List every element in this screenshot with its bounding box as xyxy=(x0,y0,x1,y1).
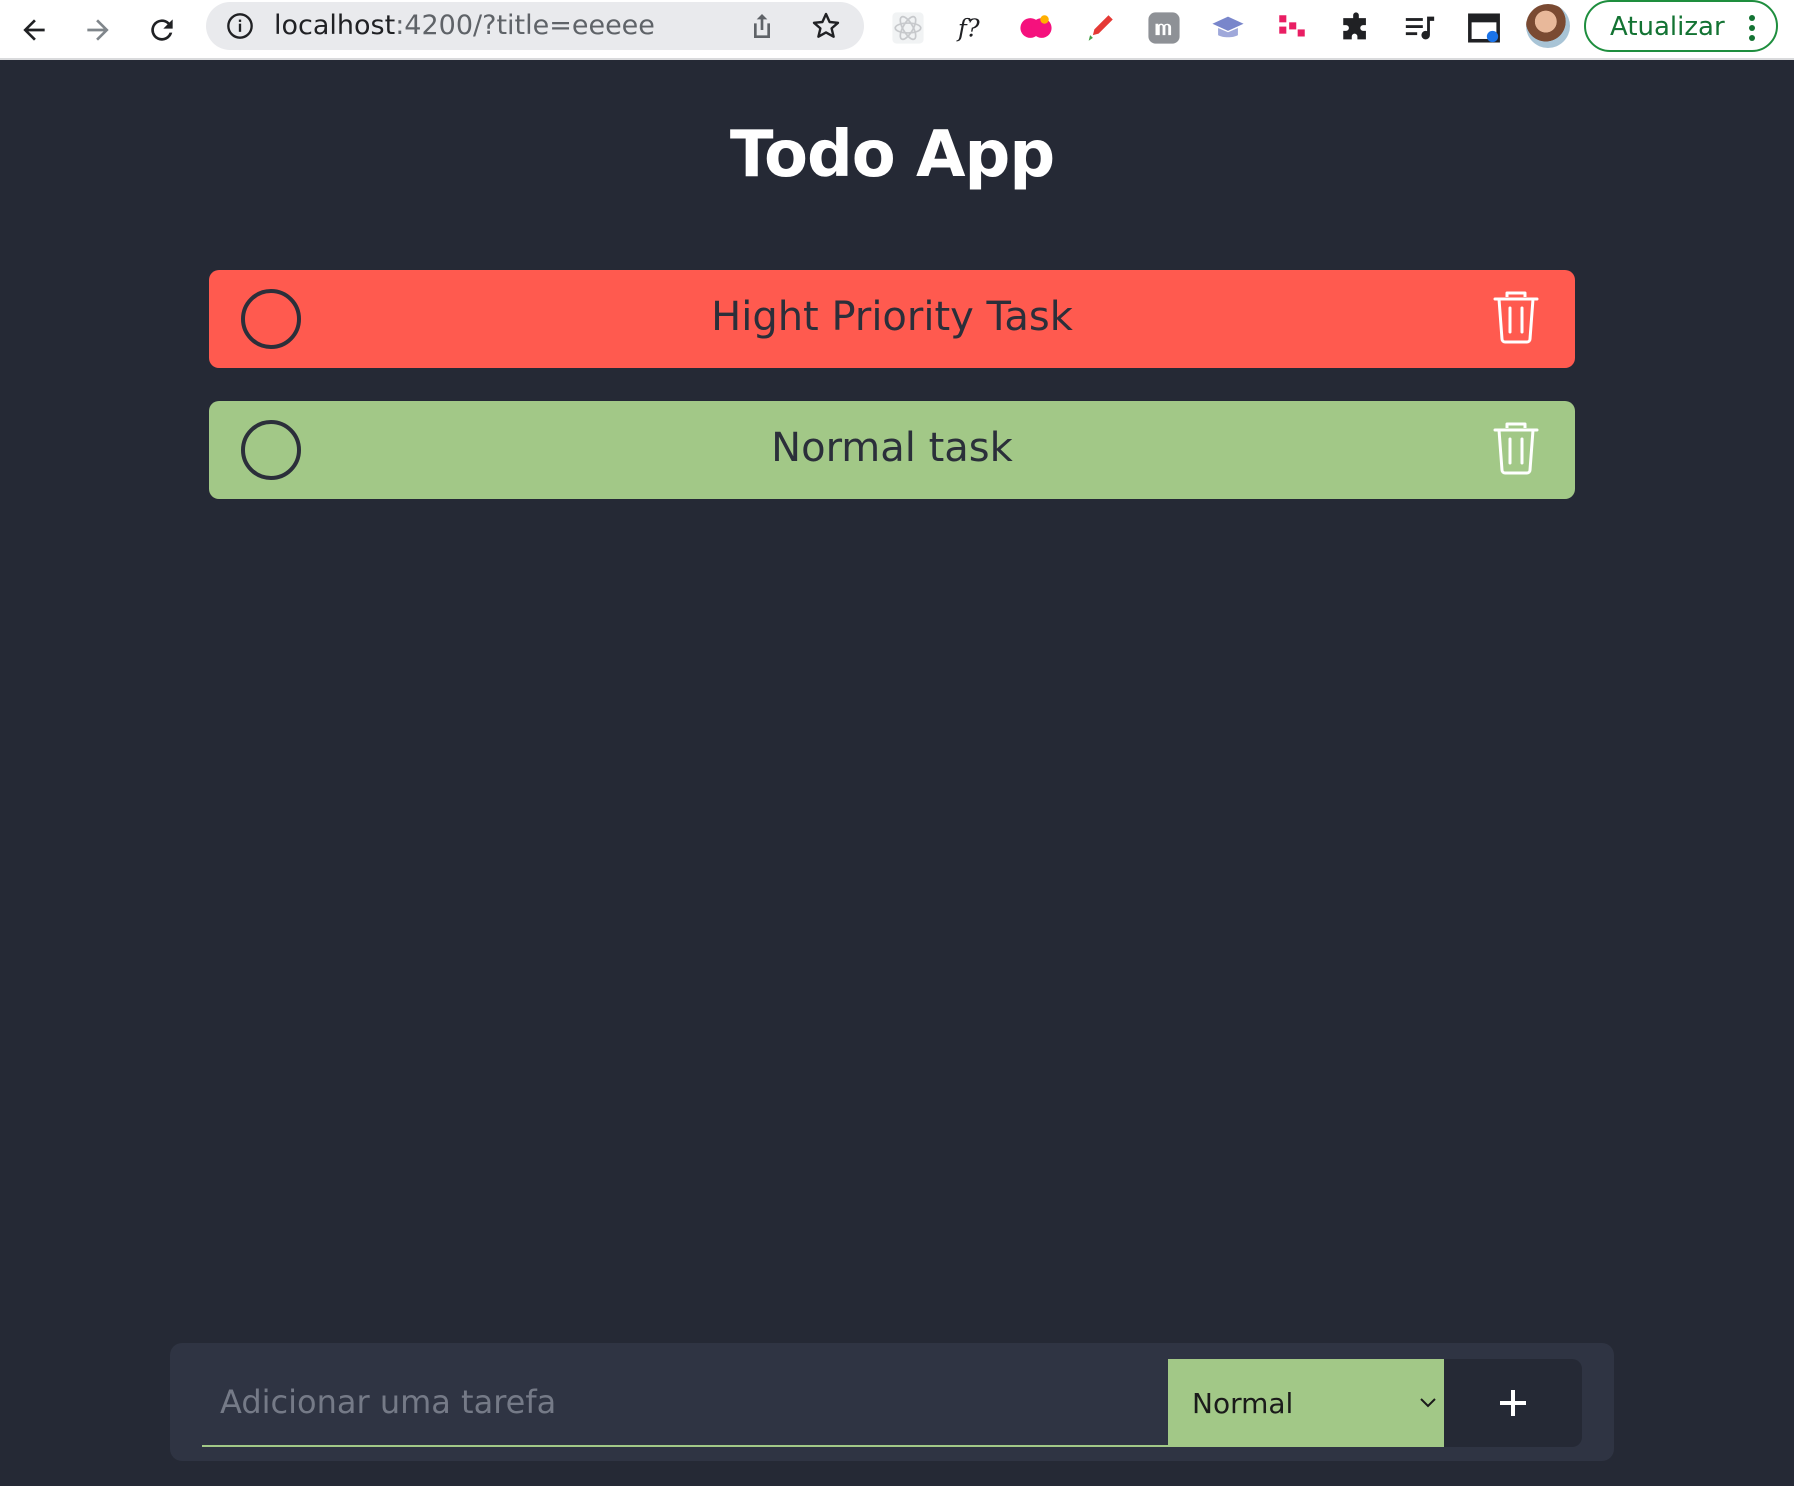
graduation-cap-icon[interactable] xyxy=(1208,8,1248,48)
task-item-normal: Normal task xyxy=(209,401,1575,499)
chevron-down-icon xyxy=(1420,1398,1436,1408)
priority-select[interactable]: Normal xyxy=(1168,1359,1444,1447)
arrow-left-icon xyxy=(23,19,45,41)
page-title: Todo App xyxy=(729,118,1055,192)
plus-icon xyxy=(1500,1390,1526,1416)
function-icon[interactable]: f? xyxy=(952,8,992,48)
svg-text:f?: f? xyxy=(956,15,981,43)
add-task-button[interactable] xyxy=(1444,1359,1582,1447)
playlist-icon[interactable] xyxy=(1400,8,1440,48)
grid-icon[interactable] xyxy=(1272,8,1312,48)
avatar[interactable] xyxy=(1526,4,1570,48)
trash-icon[interactable] xyxy=(1493,290,1539,344)
forward-button[interactable] xyxy=(74,6,122,54)
react-devtools-icon[interactable] xyxy=(888,8,928,48)
arrow-right-icon xyxy=(87,19,109,41)
update-label: Atualizar xyxy=(1610,12,1725,42)
window-icon[interactable] xyxy=(1464,8,1504,48)
update-button[interactable]: Atualizar xyxy=(1584,0,1778,52)
address-bar[interactable]: localhost:4200/?title=eeeee xyxy=(206,2,864,50)
color-picker-icon[interactable] xyxy=(1080,8,1120,48)
task-title: Hight Priority Task xyxy=(711,294,1073,340)
reload-button[interactable] xyxy=(138,6,186,54)
reload-icon xyxy=(151,19,173,41)
url-text: localhost:4200/?title=eeeee xyxy=(274,10,655,41)
star-icon[interactable] xyxy=(810,10,842,42)
livelo-icon[interactable] xyxy=(1016,8,1056,48)
back-button[interactable] xyxy=(10,6,58,54)
url-path: :4200/?title=eeeee xyxy=(395,10,655,41)
add-task-form: Normal xyxy=(170,1343,1614,1461)
task-input[interactable] xyxy=(202,1359,1170,1447)
trash-icon[interactable] xyxy=(1493,421,1539,475)
url-host: localhost xyxy=(274,10,396,41)
task-item-high-priority: Hight Priority Task xyxy=(209,270,1575,368)
info-icon[interactable] xyxy=(226,12,254,40)
puzzle-icon[interactable] xyxy=(1336,8,1376,48)
browser-toolbar: localhost:4200/?title=eeeee f? Atualizar xyxy=(0,0,1794,60)
priority-select-value: Normal xyxy=(1192,1387,1294,1420)
task-title: Normal task xyxy=(771,425,1013,471)
m-icon[interactable] xyxy=(1144,8,1184,48)
share-icon[interactable] xyxy=(746,10,778,42)
more-menu-icon[interactable] xyxy=(1748,14,1756,42)
